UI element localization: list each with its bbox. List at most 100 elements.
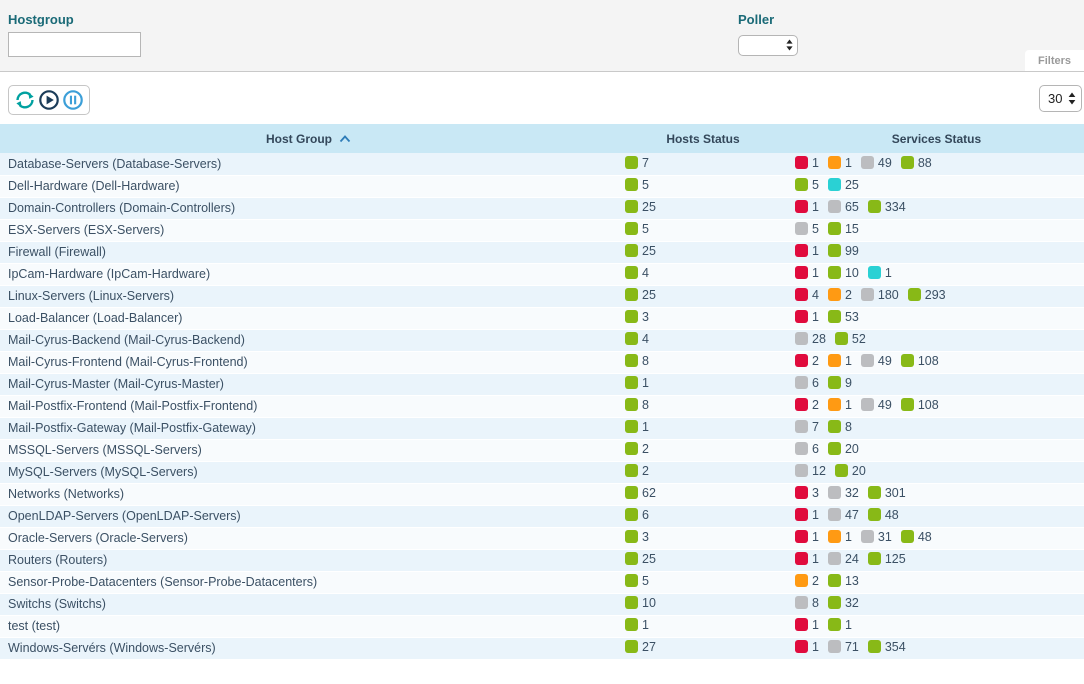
services-status-ok[interactable]: 99 xyxy=(828,244,859,258)
services-status-unknown[interactable]: 49 xyxy=(861,398,892,412)
hostgroup-name-link[interactable]: Networks (Networks) xyxy=(0,483,617,505)
services-status-unknown[interactable]: 47 xyxy=(828,508,859,522)
services-status-warning[interactable]: 2 xyxy=(828,288,852,302)
hosts-status-ok[interactable]: 4 xyxy=(625,332,649,346)
hosts-status-ok[interactable]: 1 xyxy=(625,618,649,632)
column-header-hosts-status[interactable]: Hosts Status xyxy=(617,124,789,153)
hosts-status-ok[interactable]: 6 xyxy=(625,508,649,522)
hostgroup-name-link[interactable]: MSSQL-Servers (MSSQL-Servers) xyxy=(0,439,617,461)
services-status-critical[interactable]: 1 xyxy=(795,552,819,566)
hosts-status-ok[interactable]: 8 xyxy=(625,354,649,368)
services-status-ok[interactable]: 20 xyxy=(835,464,866,478)
hostgroup-name-link[interactable]: Windows-Servérs (Windows-Servérs) xyxy=(0,637,617,659)
services-status-pending[interactable]: 25 xyxy=(828,178,859,192)
services-status-ok[interactable]: 32 xyxy=(828,596,859,610)
hostgroup-name-link[interactable]: Mail-Cyrus-Backend (Mail-Cyrus-Backend) xyxy=(0,329,617,351)
services-status-ok[interactable]: 20 xyxy=(828,442,859,456)
services-status-ok[interactable]: 5 xyxy=(795,178,819,192)
hostgroup-name-link[interactable]: Mail-Postfix-Gateway (Mail-Postfix-Gatew… xyxy=(0,417,617,439)
hosts-status-ok[interactable]: 2 xyxy=(625,464,649,478)
hosts-status-ok[interactable]: 10 xyxy=(625,596,656,610)
hostgroup-name-link[interactable]: Switchs (Switchs) xyxy=(0,593,617,615)
hosts-status-ok[interactable]: 2 xyxy=(625,442,649,456)
hostgroup-name-link[interactable]: Mail-Cyrus-Master (Mail-Cyrus-Master) xyxy=(0,373,617,395)
filters-toggle-tab[interactable]: Filters xyxy=(1025,50,1084,71)
services-status-unknown[interactable]: 8 xyxy=(795,596,819,610)
services-status-unknown[interactable]: 71 xyxy=(828,640,859,654)
hostgroup-name-link[interactable]: Routers (Routers) xyxy=(0,549,617,571)
hostgroup-name-link[interactable]: Domain-Controllers (Domain-Controllers) xyxy=(0,197,617,219)
hostgroup-input[interactable] xyxy=(8,32,141,57)
services-status-ok[interactable]: 13 xyxy=(828,574,859,588)
hostgroup-name-link[interactable]: test (test) xyxy=(0,615,617,637)
hostgroup-name-link[interactable]: Firewall (Firewall) xyxy=(0,241,617,263)
hostgroup-name-link[interactable]: Mail-Postfix-Frontend (Mail-Postfix-Fron… xyxy=(0,395,617,417)
services-status-unknown[interactable]: 6 xyxy=(795,442,819,456)
pause-button[interactable] xyxy=(62,89,84,111)
services-status-unknown[interactable]: 5 xyxy=(795,222,819,236)
hostgroup-name-link[interactable]: IpCam-Hardware (IpCam-Hardware) xyxy=(0,263,617,285)
hosts-status-ok[interactable]: 3 xyxy=(625,310,649,324)
services-status-ok[interactable]: 108 xyxy=(901,354,939,368)
column-header-host-group[interactable]: Host Group xyxy=(0,124,617,153)
services-status-critical[interactable]: 1 xyxy=(795,640,819,654)
hostgroup-name-link[interactable]: Sensor-Probe-Datacenters (Sensor-Probe-D… xyxy=(0,571,617,593)
poller-select[interactable] xyxy=(738,35,798,56)
hosts-status-ok[interactable]: 8 xyxy=(625,398,649,412)
services-status-unknown[interactable]: 32 xyxy=(828,486,859,500)
services-status-unknown[interactable]: 6 xyxy=(795,376,819,390)
services-status-ok[interactable]: 88 xyxy=(901,156,932,170)
services-status-warning[interactable]: 2 xyxy=(795,574,819,588)
services-status-critical[interactable]: 1 xyxy=(795,310,819,324)
services-status-critical[interactable]: 1 xyxy=(795,508,819,522)
hosts-status-ok[interactable]: 4 xyxy=(625,266,649,280)
hostgroup-name-link[interactable]: Database-Servers (Database-Servers) xyxy=(0,153,617,175)
services-status-ok[interactable]: 334 xyxy=(868,200,906,214)
column-header-services-status[interactable]: Services Status xyxy=(789,124,1084,153)
services-status-pending[interactable]: 1 xyxy=(868,266,892,280)
services-status-ok[interactable]: 52 xyxy=(835,332,866,346)
services-status-ok[interactable]: 9 xyxy=(828,376,852,390)
hosts-status-ok[interactable]: 5 xyxy=(625,222,649,236)
services-status-unknown[interactable]: 7 xyxy=(795,420,819,434)
services-status-ok[interactable]: 48 xyxy=(901,530,932,544)
services-status-ok[interactable]: 301 xyxy=(868,486,906,500)
page-size-select[interactable]: 30 xyxy=(1039,85,1082,112)
services-status-ok[interactable]: 108 xyxy=(901,398,939,412)
hostgroup-name-link[interactable]: Load-Balancer (Load-Balancer) xyxy=(0,307,617,329)
hosts-status-ok[interactable]: 1 xyxy=(625,420,649,434)
hosts-status-ok[interactable]: 25 xyxy=(625,244,656,258)
hosts-status-ok[interactable]: 25 xyxy=(625,200,656,214)
services-status-critical[interactable]: 1 xyxy=(795,266,819,280)
play-button[interactable] xyxy=(38,89,60,111)
hosts-status-ok[interactable]: 25 xyxy=(625,552,656,566)
services-status-unknown[interactable]: 180 xyxy=(861,288,899,302)
refresh-button[interactable] xyxy=(14,89,36,111)
services-status-critical[interactable]: 3 xyxy=(795,486,819,500)
services-status-ok[interactable]: 293 xyxy=(908,288,946,302)
services-status-unknown[interactable]: 65 xyxy=(828,200,859,214)
services-status-warning[interactable]: 1 xyxy=(828,398,852,412)
services-status-critical[interactable]: 2 xyxy=(795,354,819,368)
hosts-status-ok[interactable]: 25 xyxy=(625,288,656,302)
hostgroup-name-link[interactable]: MySQL-Servers (MySQL-Servers) xyxy=(0,461,617,483)
services-status-critical[interactable]: 1 xyxy=(795,200,819,214)
hosts-status-ok[interactable]: 27 xyxy=(625,640,656,654)
services-status-critical[interactable]: 1 xyxy=(795,156,819,170)
hosts-status-ok[interactable]: 62 xyxy=(625,486,656,500)
services-status-unknown[interactable]: 28 xyxy=(795,332,826,346)
services-status-ok[interactable]: 125 xyxy=(868,552,906,566)
services-status-ok[interactable]: 354 xyxy=(868,640,906,654)
hosts-status-ok[interactable]: 3 xyxy=(625,530,649,544)
services-status-ok[interactable]: 8 xyxy=(828,420,852,434)
hosts-status-ok[interactable]: 7 xyxy=(625,156,649,170)
services-status-critical[interactable]: 1 xyxy=(795,530,819,544)
services-status-unknown[interactable]: 24 xyxy=(828,552,859,566)
hostgroup-name-link[interactable]: Linux-Servers (Linux-Servers) xyxy=(0,285,617,307)
hostgroup-name-link[interactable]: Dell-Hardware (Dell-Hardware) xyxy=(0,175,617,197)
hostgroup-name-link[interactable]: OpenLDAP-Servers (OpenLDAP-Servers) xyxy=(0,505,617,527)
services-status-unknown[interactable]: 49 xyxy=(861,156,892,170)
services-status-unknown[interactable]: 49 xyxy=(861,354,892,368)
services-status-ok[interactable]: 48 xyxy=(868,508,899,522)
hostgroup-name-link[interactable]: Mail-Cyrus-Frontend (Mail-Cyrus-Frontend… xyxy=(0,351,617,373)
